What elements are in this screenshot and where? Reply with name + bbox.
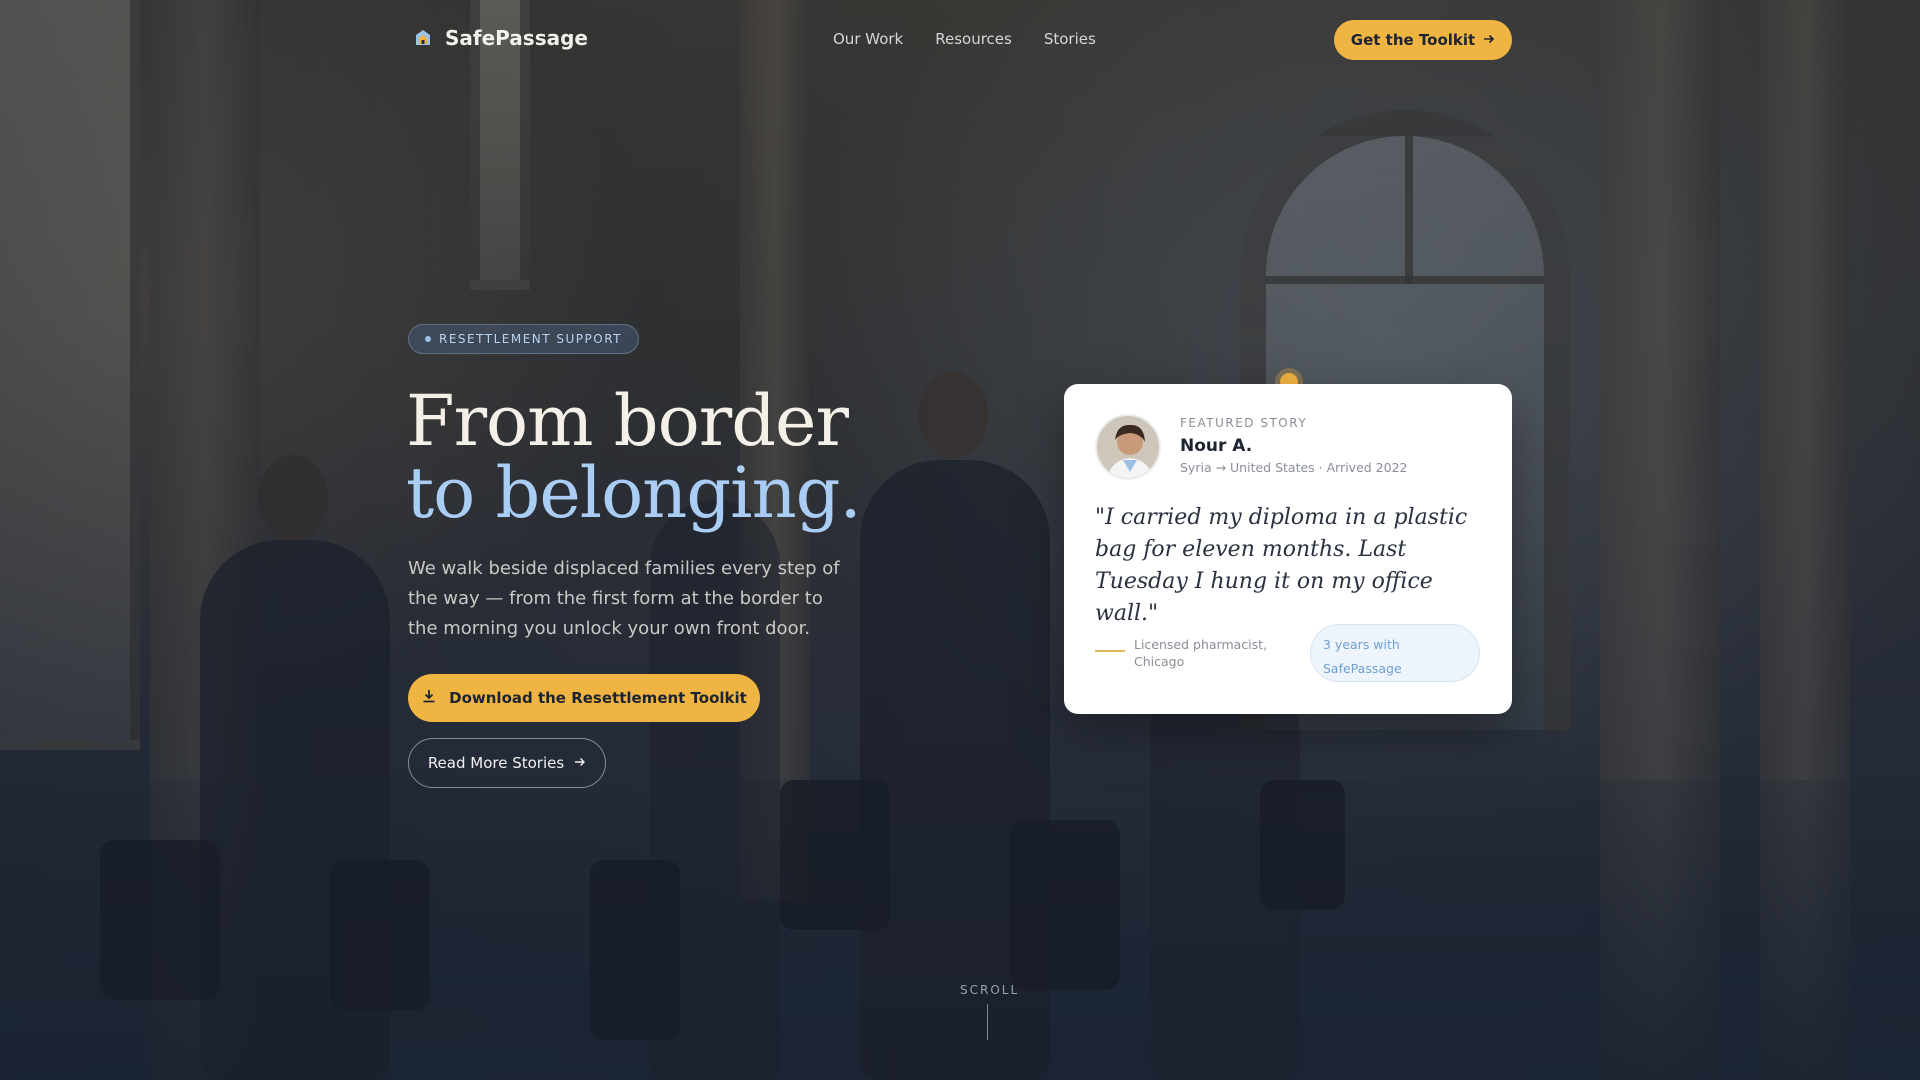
read-stories-button[interactable]: Read More Stories: [408, 738, 606, 788]
get-toolkit-button[interactable]: Get the Toolkit: [1334, 20, 1512, 60]
featured-story-card[interactable]: FEATURED STORY Nour A. Syria → United St…: [1064, 384, 1512, 714]
read-stories-label: Read More Stories: [427, 754, 565, 772]
background-overlay: [0, 0, 1920, 1080]
tenure-badge: 3 years with SafePassage: [1310, 624, 1480, 682]
shield-home-icon: [413, 28, 433, 48]
download-toolkit-button[interactable]: Download the Resettlement Toolkit: [408, 674, 760, 722]
nav-link-our-work[interactable]: Our Work: [833, 30, 903, 48]
top-nav: SafePassage Our Work Resources Stories G…: [0, 0, 1920, 80]
download-toolkit-label: Download the Resettlement Toolkit: [449, 689, 747, 707]
story-role: Licensed pharmacist, Chicago: [1134, 637, 1268, 669]
get-toolkit-label: Get the Toolkit: [1350, 31, 1476, 49]
nav-link-stories[interactable]: Stories: [1044, 30, 1096, 48]
nav-links: Our Work Resources Stories: [833, 30, 1096, 48]
hero-title: From border to belonging.: [406, 385, 862, 534]
scroll-indicator-line: [987, 1004, 988, 1040]
avatar: [1095, 414, 1161, 480]
story-person-name: Nour A.: [1180, 436, 1253, 456]
dot-icon: [425, 336, 431, 342]
category-pill: RESETTLEMENT SUPPORT: [408, 324, 640, 354]
download-icon: [421, 688, 437, 708]
story-meta: Syria → United States · Arrived 2022: [1180, 460, 1408, 475]
arrow-right-icon: [574, 754, 586, 772]
brand-name: SafePassage: [445, 26, 588, 50]
category-pill-text: RESETTLEMENT SUPPORT: [439, 332, 623, 346]
card-eyebrow: FEATURED STORY: [1180, 416, 1308, 430]
scroll-indicator-label: SCROLL: [960, 983, 1020, 997]
accent-rule: [1095, 650, 1125, 652]
story-quote: "I carried my diploma in a plastic bag f…: [1095, 505, 1468, 626]
arrow-right-icon: [1483, 31, 1495, 49]
brand[interactable]: SafePassage: [413, 26, 588, 50]
hero-title-line2: to belonging.: [406, 452, 862, 534]
hero-title-line1: From border: [406, 380, 849, 462]
hero-lead: We walk beside displaced families every …: [408, 558, 840, 639]
nav-link-resources[interactable]: Resources: [935, 30, 1012, 48]
